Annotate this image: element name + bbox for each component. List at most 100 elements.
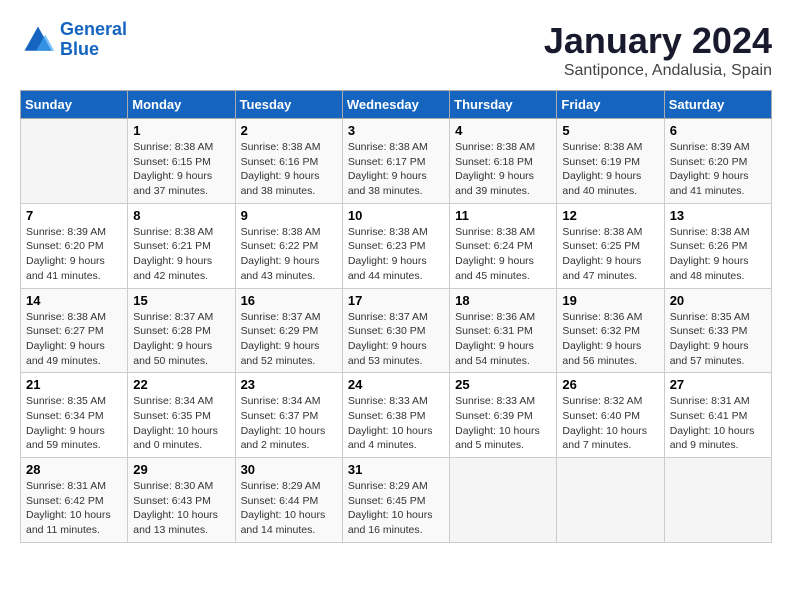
day-info: Sunrise: 8:38 AM Sunset: 6:17 PM Dayligh… xyxy=(348,140,444,199)
day-number: 8 xyxy=(133,208,229,223)
logo: General Blue xyxy=(20,20,127,60)
calendar-cell: 12Sunrise: 8:38 AM Sunset: 6:25 PM Dayli… xyxy=(557,203,664,288)
calendar-cell: 3 Sunrise: 8:38 AM Sunset: 6:17 PM Daylig… xyxy=(342,119,449,204)
day-info: Sunrise: 8:30 AM Sunset: 6:43 PM Dayligh… xyxy=(133,479,229,538)
calendar-cell: 29 Sunrise: 8:30 AM Sunset: 6:43 PM Dayli… xyxy=(128,458,235,543)
day-number: 27 xyxy=(670,377,766,392)
day-number: 18 xyxy=(455,293,551,308)
day-info: Sunrise: 8:36 AM Sunset: 6:31 PM Dayligh… xyxy=(455,310,551,369)
calendar-table: SundayMondayTuesdayWednesdayThursdayFrid… xyxy=(20,90,772,543)
day-info: Sunrise: 8:37 AM Sunset: 6:28 PM Dayligh… xyxy=(133,310,229,369)
day-number: 16 xyxy=(241,293,337,308)
day-info: Sunrise: 8:34 AM Sunset: 6:35 PM Dayligh… xyxy=(133,394,229,453)
day-number: 31 xyxy=(348,462,444,477)
calendar-cell: 31 Sunrise: 8:29 AM Sunset: 6:45 PM Dayli… xyxy=(342,458,449,543)
calendar-cell: 10Sunrise: 8:38 AM Sunset: 6:23 PM Dayli… xyxy=(342,203,449,288)
day-number: 29 xyxy=(133,462,229,477)
calendar-cell: 30 Sunrise: 8:29 AM Sunset: 6:44 PM Dayli… xyxy=(235,458,342,543)
header: General Blue January 2024 Santiponce, An… xyxy=(20,20,772,80)
week-row-5: 28 Sunrise: 8:31 AM Sunset: 6:42 PM Dayli… xyxy=(21,458,772,543)
day-number: 14 xyxy=(26,293,122,308)
day-number: 17 xyxy=(348,293,444,308)
calendar-cell: 9 Sunrise: 8:38 AM Sunset: 6:22 PM Daylig… xyxy=(235,203,342,288)
day-info: Sunrise: 8:38 AM Sunset: 6:18 PM Dayligh… xyxy=(455,140,551,199)
day-number: 4 xyxy=(455,123,551,138)
day-number: 25 xyxy=(455,377,551,392)
day-info: Sunrise: 8:33 AM Sunset: 6:38 PM Dayligh… xyxy=(348,394,444,453)
day-info: Sunrise: 8:35 AM Sunset: 6:33 PM Dayligh… xyxy=(670,310,766,369)
day-info: Sunrise: 8:31 AM Sunset: 6:42 PM Dayligh… xyxy=(26,479,122,538)
day-number: 12 xyxy=(562,208,658,223)
calendar-cell: 15 Sunrise: 8:37 AM Sunset: 6:28 PM Dayli… xyxy=(128,288,235,373)
day-number: 22 xyxy=(133,377,229,392)
month-title: January 2024 xyxy=(544,20,772,62)
day-number: 2 xyxy=(241,123,337,138)
calendar-cell: 20Sunrise: 8:35 AM Sunset: 6:33 PM Dayli… xyxy=(664,288,771,373)
day-number: 6 xyxy=(670,123,766,138)
day-info: Sunrise: 8:38 AM Sunset: 6:22 PM Dayligh… xyxy=(241,225,337,284)
weekday-header-thursday: Thursday xyxy=(450,91,557,119)
calendar-cell: 7 Sunrise: 8:39 AM Sunset: 6:20 PM Daylig… xyxy=(21,203,128,288)
day-info: Sunrise: 8:37 AM Sunset: 6:29 PM Dayligh… xyxy=(241,310,337,369)
day-info: Sunrise: 8:38 AM Sunset: 6:21 PM Dayligh… xyxy=(133,225,229,284)
calendar-cell: 21Sunrise: 8:35 AM Sunset: 6:34 PM Dayli… xyxy=(21,373,128,458)
week-row-3: 14 Sunrise: 8:38 AM Sunset: 6:27 PM Dayli… xyxy=(21,288,772,373)
day-info: Sunrise: 8:29 AM Sunset: 6:45 PM Dayligh… xyxy=(348,479,444,538)
logo-line1: General xyxy=(60,19,127,39)
day-number: 10 xyxy=(348,208,444,223)
day-number: 5 xyxy=(562,123,658,138)
day-info: Sunrise: 8:39 AM Sunset: 6:20 PM Dayligh… xyxy=(26,225,122,284)
day-info: Sunrise: 8:38 AM Sunset: 6:19 PM Dayligh… xyxy=(562,140,658,199)
calendar-cell xyxy=(664,458,771,543)
day-info: Sunrise: 8:31 AM Sunset: 6:41 PM Dayligh… xyxy=(670,394,766,453)
day-info: Sunrise: 8:35 AM Sunset: 6:34 PM Dayligh… xyxy=(26,394,122,453)
title-area: January 2024 Santiponce, Andalusia, Spai… xyxy=(544,20,772,80)
calendar-cell: 2 Sunrise: 8:38 AM Sunset: 6:16 PM Daylig… xyxy=(235,119,342,204)
day-info: Sunrise: 8:33 AM Sunset: 6:39 PM Dayligh… xyxy=(455,394,551,453)
weekday-header-wednesday: Wednesday xyxy=(342,91,449,119)
calendar-cell: 1 Sunrise: 8:38 AM Sunset: 6:15 PM Daylig… xyxy=(128,119,235,204)
day-number: 28 xyxy=(26,462,122,477)
calendar-cell: 16 Sunrise: 8:37 AM Sunset: 6:29 PM Dayli… xyxy=(235,288,342,373)
calendar-cell: 5 Sunrise: 8:38 AM Sunset: 6:19 PM Daylig… xyxy=(557,119,664,204)
day-info: Sunrise: 8:32 AM Sunset: 6:40 PM Dayligh… xyxy=(562,394,658,453)
day-number: 3 xyxy=(348,123,444,138)
day-info: Sunrise: 8:38 AM Sunset: 6:16 PM Dayligh… xyxy=(241,140,337,199)
calendar-cell: 13Sunrise: 8:38 AM Sunset: 6:26 PM Dayli… xyxy=(664,203,771,288)
day-number: 24 xyxy=(348,377,444,392)
calendar-cell: 6Sunrise: 8:39 AM Sunset: 6:20 PM Daylig… xyxy=(664,119,771,204)
calendar-cell: 17 Sunrise: 8:37 AM Sunset: 6:30 PM Dayli… xyxy=(342,288,449,373)
calendar-cell: 11Sunrise: 8:38 AM Sunset: 6:24 PM Dayli… xyxy=(450,203,557,288)
day-number: 26 xyxy=(562,377,658,392)
day-info: Sunrise: 8:38 AM Sunset: 6:27 PM Dayligh… xyxy=(26,310,122,369)
day-number: 1 xyxy=(133,123,229,138)
calendar-cell: 14 Sunrise: 8:38 AM Sunset: 6:27 PM Dayli… xyxy=(21,288,128,373)
location-title: Santiponce, Andalusia, Spain xyxy=(544,62,772,80)
day-info: Sunrise: 8:37 AM Sunset: 6:30 PM Dayligh… xyxy=(348,310,444,369)
day-number: 9 xyxy=(241,208,337,223)
week-row-1: 1 Sunrise: 8:38 AM Sunset: 6:15 PM Daylig… xyxy=(21,119,772,204)
week-row-4: 21Sunrise: 8:35 AM Sunset: 6:34 PM Dayli… xyxy=(21,373,772,458)
day-info: Sunrise: 8:38 AM Sunset: 6:15 PM Dayligh… xyxy=(133,140,229,199)
weekday-header-friday: Friday xyxy=(557,91,664,119)
day-number: 23 xyxy=(241,377,337,392)
calendar-cell xyxy=(450,458,557,543)
calendar-cell xyxy=(557,458,664,543)
day-number: 15 xyxy=(133,293,229,308)
weekday-header-saturday: Saturday xyxy=(664,91,771,119)
calendar-cell: 4 Sunrise: 8:38 AM Sunset: 6:18 PM Daylig… xyxy=(450,119,557,204)
day-info: Sunrise: 8:29 AM Sunset: 6:44 PM Dayligh… xyxy=(241,479,337,538)
logo-icon xyxy=(20,22,56,58)
weekday-header-tuesday: Tuesday xyxy=(235,91,342,119)
calendar-cell: 18 Sunrise: 8:36 AM Sunset: 6:31 PM Dayli… xyxy=(450,288,557,373)
day-number: 7 xyxy=(26,208,122,223)
calendar-cell: 28 Sunrise: 8:31 AM Sunset: 6:42 PM Dayli… xyxy=(21,458,128,543)
day-info: Sunrise: 8:34 AM Sunset: 6:37 PM Dayligh… xyxy=(241,394,337,453)
weekday-header-sunday: Sunday xyxy=(21,91,128,119)
week-row-2: 7 Sunrise: 8:39 AM Sunset: 6:20 PM Daylig… xyxy=(21,203,772,288)
day-info: Sunrise: 8:38 AM Sunset: 6:24 PM Dayligh… xyxy=(455,225,551,284)
day-number: 30 xyxy=(241,462,337,477)
calendar-cell: 26 Sunrise: 8:32 AM Sunset: 6:40 PM Dayli… xyxy=(557,373,664,458)
calendar-header: SundayMondayTuesdayWednesdayThursdayFrid… xyxy=(21,91,772,119)
logo-text: General Blue xyxy=(60,20,127,60)
